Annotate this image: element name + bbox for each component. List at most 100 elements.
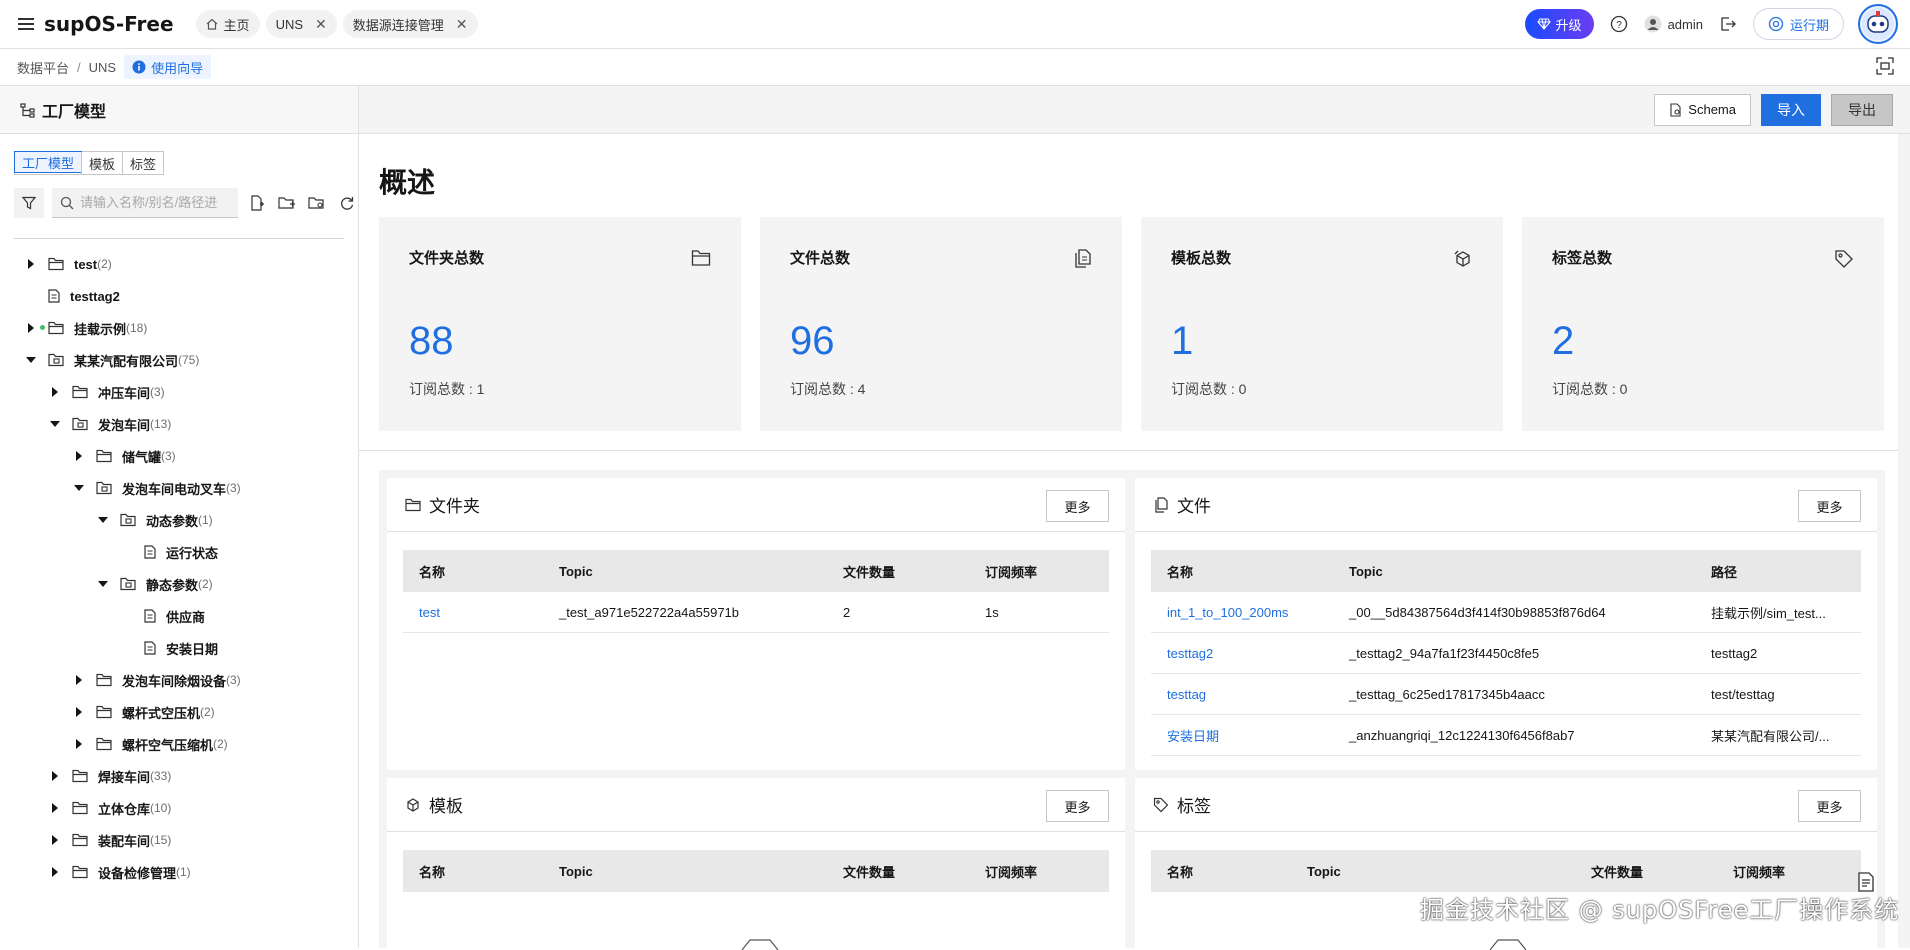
table-row[interactable]: 安装日期 _anzhuangriqi_12c1224130f6456f8ab7 某某… [1151,715,1861,756]
home-icon [206,18,217,30]
caret-right-icon[interactable] [24,257,38,271]
add-folder-icon[interactable] [276,192,298,214]
row-name-link[interactable]: testtag2 [1151,646,1333,661]
caret-down-icon[interactable] [96,513,110,527]
breadcrumb-item[interactable]: 数据平台 [17,58,69,77]
caret-right-icon[interactable] [72,705,86,719]
row-name-link[interactable]: test [403,605,543,620]
caret-down-icon[interactable] [24,353,38,367]
caret-down-icon[interactable] [72,481,86,495]
caret-right-icon[interactable] [48,865,62,879]
search-input[interactable] [80,195,230,210]
caret-right-icon[interactable] [48,833,62,847]
svg-text:?: ? [1616,20,1622,31]
runtime-button[interactable]: 运行期 [1752,8,1844,40]
stat-card-files: 文件总数 96 订阅总数 : 4 [760,217,1122,431]
tree-node[interactable]: testtag2 [0,280,358,312]
column-header: 文件数量 [843,864,896,880]
breadcrumb-item[interactable]: UNS [89,60,116,75]
tree-node[interactable]: 运行状态 [0,536,358,568]
close-icon[interactable]: ✕ [456,16,468,33]
hamburger-menu-icon[interactable] [14,12,38,36]
view-switcher: 工厂模型 模板 标签 [14,151,165,175]
segment-template[interactable]: 模板 [81,152,122,174]
caret-right-icon[interactable] [72,737,86,751]
tree-node[interactable]: 静态参数 (2) [0,568,358,600]
segment-label[interactable]: 标签 [122,152,163,174]
tree-node[interactable]: 动态参数 (1) [0,504,358,536]
tab-datasource[interactable]: 数据源连接管理 ✕ [342,10,478,38]
export-button[interactable]: 导出 [1831,93,1893,126]
main-scrollbar[interactable] [1898,134,1910,948]
tree-node[interactable]: 冲压车间 (3) [0,376,358,408]
file-icon [144,641,156,655]
row-name-link[interactable]: 安装日期 [1151,726,1333,745]
folder-icon [120,577,136,591]
schema-button[interactable]: Schema [1654,93,1751,126]
more-button[interactable]: 更多 [1798,790,1861,822]
robot-avatar-icon[interactable] [1858,4,1898,44]
tab-home[interactable]: 主页 [195,10,260,38]
tree-node[interactable]: 发泡车间电动叉车 (3) [0,472,358,504]
search-box [52,188,238,218]
caret-right-icon[interactable] [48,769,62,783]
table-row[interactable]: testtag _testtag_6c25ed17817345b4aacc test… [1151,674,1861,715]
upgrade-button[interactable]: 升级 [1524,9,1594,39]
logout-icon[interactable] [1717,13,1739,35]
folder-icon [72,865,88,879]
tree-node[interactable]: 发泡车间除烟设备 (3) [0,664,358,696]
segment-factory-model[interactable]: 工厂模型 [14,151,83,173]
tree-node[interactable]: 焊接车间 (33) [0,760,358,792]
tree-node[interactable]: 安装日期 [0,632,358,664]
stat-card-sub: 订阅总数 : 1 [409,381,485,397]
more-button[interactable]: 更多 [1798,490,1861,522]
refresh-icon[interactable] [336,192,358,214]
tree-node[interactable]: 装配车间 (15) [0,824,358,856]
caret-down-icon[interactable] [48,417,62,431]
tree-node[interactable]: 设备检修管理 (1) [0,856,358,888]
tree-node[interactable]: 某某汽配有限公司 (75) [0,344,358,376]
table-row[interactable]: test _test_a971e522722a4a55971b 2 1s [403,592,1109,633]
caret-right-icon[interactable] [48,801,62,815]
help-icon[interactable]: ? [1608,13,1630,35]
more-button[interactable]: 更多 [1046,490,1109,522]
stat-card-title: 模板总数 [1171,250,1232,267]
tree-node-label: 动态参数 [146,513,199,529]
caret-right-icon[interactable] [24,321,38,335]
folder-icon [48,257,64,271]
more-button[interactable]: 更多 [1046,790,1109,822]
tree-node[interactable]: 螺杆式空压机 (2) [0,696,358,728]
user-menu[interactable]: admin [1644,15,1703,33]
import-button[interactable]: 导入 [1761,93,1821,126]
caret-right-icon[interactable] [48,385,62,399]
tree-node-count: (3) [226,673,241,687]
folder-icon [96,705,112,719]
table-row[interactable]: int_1_to_100_200ms _00__5d84387564d3f414f… [1151,592,1861,633]
table-row[interactable]: testtag2 _testtag2_94a7fa1f23f4450c8fe5 te… [1151,633,1861,674]
tree-node[interactable]: 储气罐 (3) [0,440,358,472]
tree-node[interactable]: 发泡车间 (13) [0,408,358,440]
column-header: 订阅频率 [985,564,1038,580]
close-icon[interactable]: ✕ [315,16,327,33]
tree-node-count: (10) [150,801,172,815]
caret-right-icon[interactable] [72,673,86,687]
tree-node[interactable]: 螺杆空气压缩机 (2) [0,728,358,760]
caret-down-icon[interactable] [96,577,110,591]
tree-node[interactable]: 挂载示例 (18) [0,312,358,344]
guide-link[interactable]: 使用向导 [124,55,212,79]
folder-settings-icon[interactable] [306,192,328,214]
caret-right-icon[interactable] [72,449,86,463]
breadcrumb-separator: / [77,59,81,75]
tree-node[interactable]: 立体仓库 (10) [0,792,358,824]
fullscreen-icon[interactable] [1876,57,1894,75]
add-file-icon[interactable] [246,192,268,214]
main-content: Schema 导入 导出 概述 文件夹总数 88 订阅总数 : 1 文件总数 9… [359,86,1910,948]
tab-uns[interactable]: UNS ✕ [265,10,337,38]
tree-node[interactable]: 供应商 [0,600,358,632]
tree-node[interactable]: test (2) [0,248,358,280]
filter-icon[interactable] [14,188,44,218]
row-name-link[interactable]: int_1_to_100_200ms [1151,605,1333,620]
row-name-link[interactable]: testtag [1151,687,1333,702]
templates-panel: 模板 更多 名称 Topic 文件数量 订阅频率 [387,778,1125,948]
